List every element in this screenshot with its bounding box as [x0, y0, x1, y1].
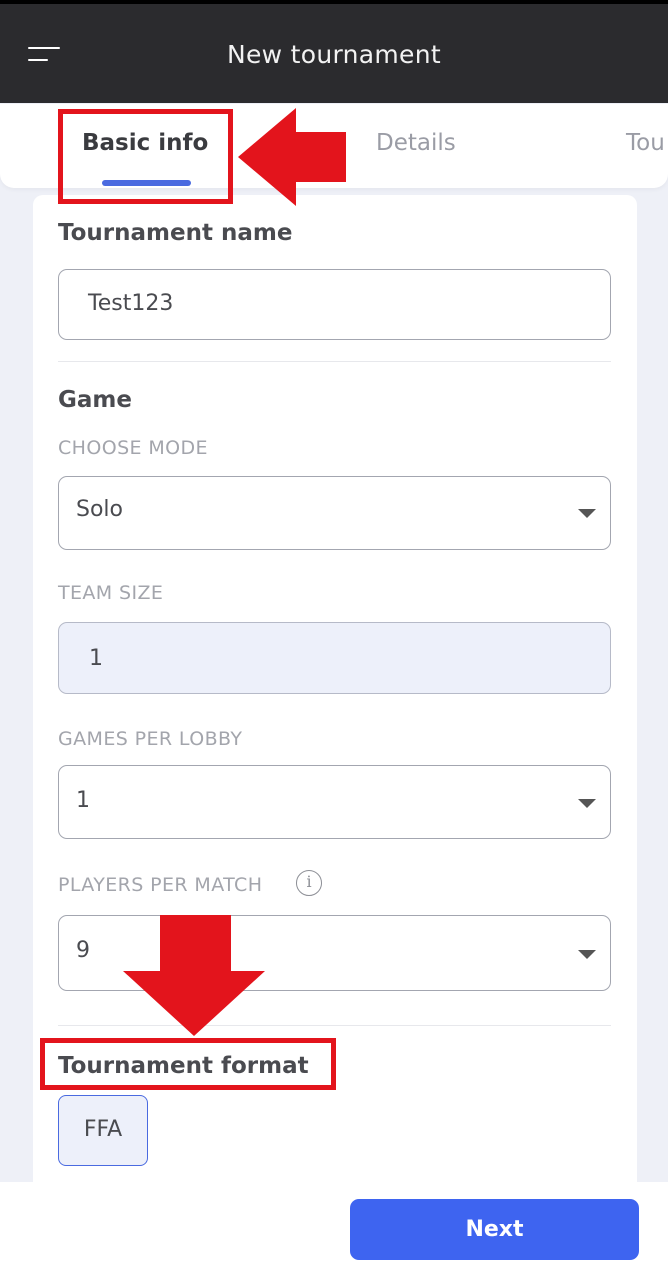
tournament-name-value: Test123: [88, 291, 174, 316]
team-size-label: TEAM SIZE: [58, 582, 164, 604]
page-title: New tournament: [226, 40, 441, 69]
highlight-box-basic-info: [58, 109, 233, 204]
players-per-match-label: PLAYERS PER MATCH: [58, 874, 263, 896]
choose-mode-value: Solo: [76, 497, 123, 522]
games-per-lobby-label: GAMES PER LOBBY: [58, 728, 243, 750]
players-per-match-value: 9: [76, 938, 90, 963]
caret-down-icon: [578, 950, 596, 959]
games-per-lobby-value: 1: [76, 788, 90, 813]
games-per-lobby-select[interactable]: 1: [58, 765, 611, 839]
tab-third[interactable]: Tou: [626, 130, 665, 156]
highlight-box-tournament-format: [40, 1038, 336, 1090]
next-button[interactable]: Next: [350, 1199, 639, 1260]
app-header: New tournament: [0, 0, 668, 103]
team-size-input: 1: [58, 622, 611, 694]
divider: [58, 361, 611, 362]
team-size-value: 1: [89, 646, 103, 671]
choose-mode-label: CHOOSE MODE: [58, 437, 208, 459]
info-icon[interactable]: i: [296, 870, 322, 896]
format-option-ffa[interactable]: FFA: [58, 1095, 148, 1166]
tournament-name-input[interactable]: Test123: [58, 269, 611, 340]
caret-down-icon: [578, 509, 596, 518]
choose-mode-select[interactable]: Solo: [58, 476, 611, 550]
red-arrow-icon: [123, 915, 265, 1036]
tournament-name-label: Tournament name: [58, 220, 293, 246]
footer-bar: Next: [0, 1182, 668, 1280]
game-heading: Game: [58, 387, 132, 413]
red-arrow-icon: [238, 108, 346, 206]
tab-details[interactable]: Details: [376, 130, 456, 156]
caret-down-icon: [578, 799, 596, 808]
